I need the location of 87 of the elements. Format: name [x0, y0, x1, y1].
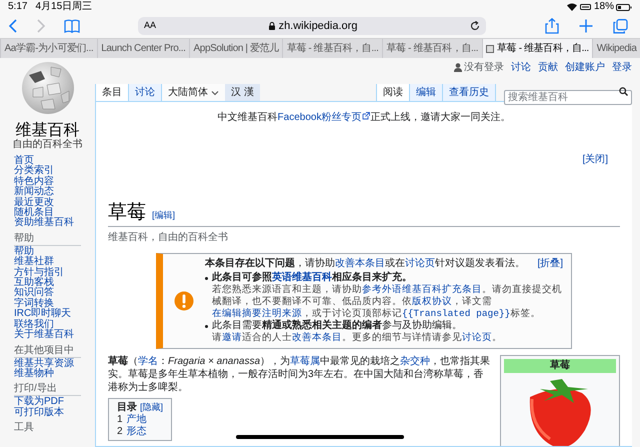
- sidebar-heading: 帮助: [14, 232, 35, 244]
- user-icon: [454, 62, 462, 72]
- issue-summary: 此条目需要精通或熟悉相关主题的编者参与及协助编辑。: [212, 320, 463, 332]
- toc-link[interactable]: 2 形态: [117, 426, 164, 438]
- variant-dropdown[interactable]: 大陆简体: [162, 84, 225, 101]
- sidebar-link[interactable]: 下载为PDF: [14, 397, 81, 408]
- external-link-icon: [361, 112, 370, 120]
- link[interactable]: 杂交种: [400, 356, 430, 367]
- issue-detail: 请邀请适合的人士改善本条目。更多的细节与详情请参见讨论页。: [212, 332, 503, 344]
- favicon-icon: [486, 44, 494, 52]
- sidebar-link[interactable]: 资助维基百科: [14, 218, 81, 229]
- link[interactable]: 参考外语维基百科扩充条目: [362, 284, 482, 295]
- bullet-icon: [205, 325, 208, 328]
- back-icon[interactable]: [8, 19, 18, 33]
- sidebar-heading: 工具: [14, 422, 35, 434]
- link[interactable]: 讨论页: [462, 332, 492, 343]
- link[interactable]: 在编辑摘要注明来源: [212, 308, 302, 319]
- page-tab[interactable]: 阅读: [377, 84, 410, 101]
- collapse-link[interactable]: [折叠]: [537, 258, 563, 270]
- browser-tab[interactable]: 草莓 - 维基百科，自...: [482, 39, 592, 58]
- sidebar-link[interactable]: 新闻动态: [14, 187, 81, 198]
- share-icon[interactable]: [545, 18, 559, 34]
- site-tagline: 自由的百科全书: [12, 139, 82, 151]
- warning-icon: [174, 291, 194, 311]
- link[interactable]: 英语维基百科: [272, 272, 332, 283]
- site-wordmark: 维基百科: [16, 121, 80, 139]
- page-tab[interactable]: 查看历史: [443, 84, 496, 101]
- plus-icon[interactable]: [579, 19, 593, 33]
- sidebar-link[interactable]: 维基物种: [14, 368, 81, 380]
- script-toggle[interactable]: 汉 漢: [225, 84, 260, 101]
- sidebar-link[interactable]: IRC即时聊天: [14, 309, 81, 320]
- sidebar-link[interactable]: 分类索引: [14, 166, 81, 177]
- link[interactable]: 版权协议: [412, 296, 452, 307]
- edit-link[interactable]: [编辑]: [152, 209, 176, 222]
- sidebar-link[interactable]: 知识问答: [14, 288, 81, 299]
- sidebar-link[interactable]: 维基社群: [14, 257, 81, 268]
- sidebar-link[interactable]: 关于维基百科: [14, 330, 81, 340]
- wifi-icon: [566, 3, 577, 11]
- search-field[interactable]: 搜索维基百科: [504, 90, 632, 105]
- header-link[interactable]: 创建账户: [565, 60, 605, 74]
- page-tab[interactable]: 编辑: [410, 84, 443, 101]
- bullet-icon: [205, 277, 208, 280]
- header-link[interactable]: 登录: [612, 60, 632, 74]
- battery-percent: 18%: [594, 2, 614, 12]
- issue-summary: 此条目可参照英语维基百科相应条目来扩充。: [212, 272, 413, 284]
- link[interactable]: 讨论页: [405, 258, 435, 269]
- header-link[interactable]: 讨论: [511, 60, 531, 74]
- infobox-title: 草莓: [504, 359, 616, 373]
- login-status: 没有登录: [464, 60, 504, 74]
- link[interactable]: 改善本条目: [335, 258, 385, 269]
- battery-icon: [616, 4, 632, 10]
- sidebar-link[interactable]: 互助客栈: [14, 278, 81, 288]
- toc-toggle-link[interactable]: [隐藏]: [140, 401, 164, 413]
- site-notice: 中文维基百科Facebook粉丝专页 正式上线，邀请大家一同关注。: [216, 112, 512, 124]
- chevron-down-icon: [211, 90, 219, 96]
- link[interactable]: 邀请: [222, 332, 242, 343]
- url-text: zh.wikipedia.org: [278, 18, 358, 34]
- header-link[interactable]: 贡献: [538, 60, 558, 74]
- link[interactable]: 草莓属: [290, 356, 320, 367]
- link[interactable]: 改善本条目: [292, 332, 342, 343]
- reader-button[interactable]: AA: [144, 19, 156, 33]
- open-book-icon[interactable]: [64, 19, 80, 33]
- page-tab[interactable]: 讨论: [129, 84, 162, 101]
- sidebar-heading: 在其他项目中: [14, 344, 75, 356]
- dismiss-link[interactable]: [关闭]: [582, 154, 608, 166]
- page-tab[interactable]: 条目: [96, 84, 129, 101]
- globe-logo: [20, 61, 74, 115]
- status-indicator-icon: [580, 4, 591, 10]
- tabs-icon[interactable]: [613, 18, 628, 34]
- issue-detail: 若您熟悉来源语言和主题，请协助参考外语维基百科扩充条目。请勿直接提交机械翻译，也不要翻译不可靠、低品质内容。依版权协议，译文需 在编辑摘要注明来源，或于讨论页顶部标记{{Translated page}}标签。: [212, 284, 563, 319]
- notice-heading: 本条目存在以下问题，请协助改善本条目或在讨论页针对议题发表看法。: [205, 258, 526, 270]
- article-title: 草莓: [108, 200, 146, 224]
- sidebar-link[interactable]: 可打印版本: [14, 408, 81, 418]
- link[interactable]: 学名: [138, 356, 158, 367]
- lock-icon: [268, 22, 275, 30]
- sidebar-link[interactable]: 维基共享资源: [14, 358, 81, 369]
- sidebar-heading: 打印/导出: [14, 383, 58, 394]
- search-icon[interactable]: [619, 87, 628, 96]
- status-date: 4月15日周三: [35, 2, 92, 12]
- toc-link[interactable]: 1 产地: [117, 414, 164, 426]
- address-bar[interactable]: AA zh.wikipedia.org: [138, 17, 486, 35]
- article-tagline: 维基百科，自由的百科全书: [108, 232, 229, 244]
- external-link[interactable]: Facebook粉丝专页: [278, 112, 362, 123]
- status-time: 5:17: [8, 2, 28, 12]
- reload-icon[interactable]: [470, 21, 480, 31]
- lead-paragraph: 草莓（学名：Fragaria × ananassa），为草莓属中最常见的栽培之杂交种，也常指其果实。草莓是多年生草本植物，一般存活时间为3年左右。在中国大陆和台湾称草莓，香港称为士多啤梨。: [108, 355, 492, 394]
- toc-title: 目录: [117, 402, 137, 414]
